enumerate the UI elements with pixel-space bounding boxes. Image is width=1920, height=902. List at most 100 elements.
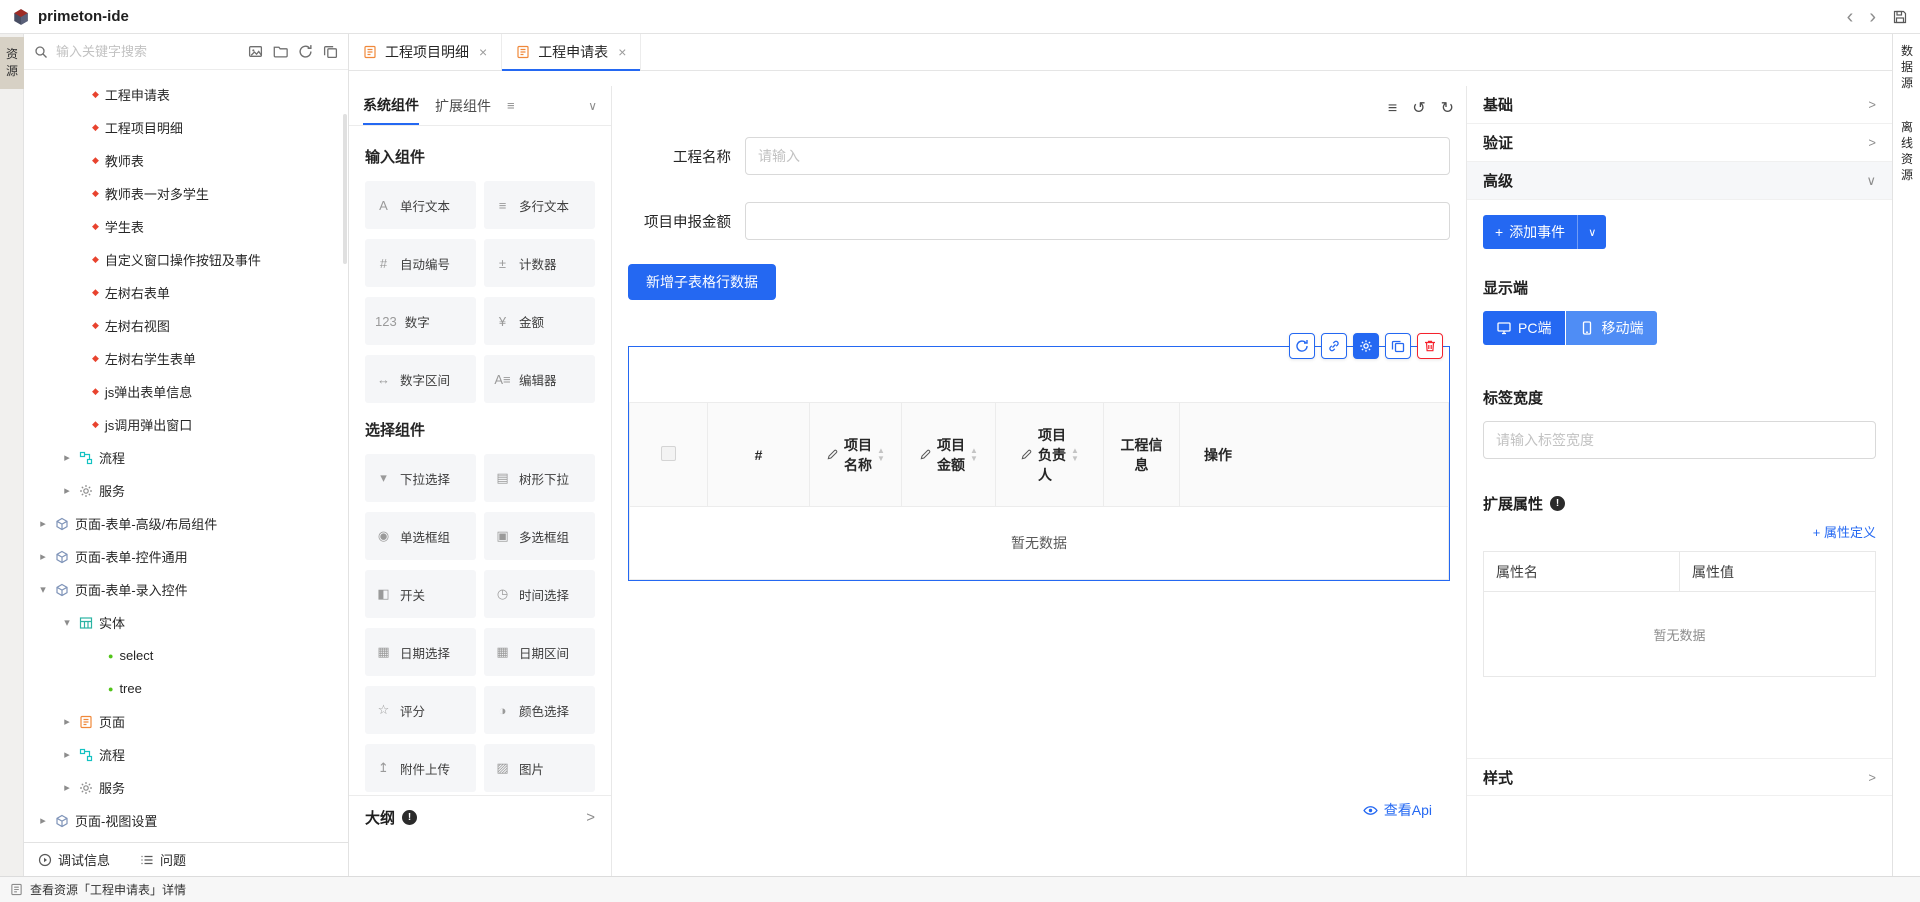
tree-item[interactable]: ◆左树右视图 bbox=[24, 309, 348, 342]
tree-scrollbar[interactable] bbox=[343, 114, 347, 264]
close-icon[interactable]: × bbox=[618, 44, 626, 60]
palette-item-currency[interactable]: ¥金额 bbox=[484, 297, 595, 345]
tree-item[interactable]: ▸页面-视图设置 bbox=[24, 804, 348, 837]
resources-vertical-tab[interactable]: 资源 bbox=[0, 37, 24, 89]
tree-item[interactable]: ▸页面-表单-控件通用 bbox=[24, 540, 348, 573]
caret-down-icon[interactable]: ▾ bbox=[37, 583, 49, 596]
tree-item[interactable]: ◆js调用弹出窗口 bbox=[24, 408, 348, 441]
tab-extension-components[interactable]: 扩展组件 bbox=[435, 86, 491, 125]
add-subtable-row-button[interactable]: 新增子表格行数据 bbox=[628, 264, 776, 300]
palette-item-single-text[interactable]: A单行文本 bbox=[365, 181, 476, 229]
edit-column-icon[interactable] bbox=[919, 448, 932, 461]
caret-right-icon[interactable]: ▸ bbox=[37, 517, 49, 530]
hamburger-icon[interactable]: ≡ bbox=[507, 98, 515, 113]
chevron-down-icon[interactable]: ∨ bbox=[588, 99, 597, 113]
select-all-checkbox[interactable] bbox=[661, 446, 676, 461]
add-event-button[interactable]: +添加事件 ∨ bbox=[1483, 215, 1606, 249]
sort-control[interactable]: ▲▼ bbox=[877, 447, 885, 462]
sync-button[interactable] bbox=[1289, 333, 1315, 359]
editor-tab-project-detail[interactable]: 工程项目明细 × bbox=[349, 34, 502, 70]
tree-item[interactable]: ◆教师表一对多学生 bbox=[24, 177, 348, 210]
refresh-icon[interactable] bbox=[298, 44, 313, 59]
palette-item-checkbox-group[interactable]: ▣多选框组 bbox=[484, 512, 595, 560]
caret-down-icon[interactable]: ▾ bbox=[61, 616, 73, 629]
project-name-input[interactable] bbox=[745, 137, 1450, 175]
palette-item-radio-group[interactable]: ◉单选框组 bbox=[365, 512, 476, 560]
edit-column-icon[interactable] bbox=[826, 448, 839, 461]
problems-tab[interactable]: 问题 bbox=[140, 850, 186, 869]
palette-item-rating[interactable]: ☆评分 bbox=[365, 686, 476, 734]
tree-item[interactable]: ◆左树右学生表单 bbox=[24, 342, 348, 375]
caret-right-icon[interactable]: ▸ bbox=[61, 781, 73, 794]
tree-item[interactable]: ◆学生表 bbox=[24, 210, 348, 243]
tree-item[interactable]: ▸页面-表单-高级/布局组件 bbox=[24, 507, 348, 540]
settings-gear-button[interactable] bbox=[1353, 333, 1379, 359]
subtable-widget-selected[interactable]: # 项目名称 ▲▼ bbox=[628, 346, 1450, 581]
palette-item-upload[interactable]: ↥附件上传 bbox=[365, 744, 476, 792]
collapse-panels-icon[interactable] bbox=[323, 44, 338, 59]
sort-control[interactable]: ▲▼ bbox=[1071, 447, 1079, 462]
save-icon[interactable] bbox=[1892, 9, 1908, 25]
link-button[interactable] bbox=[1321, 333, 1347, 359]
tree-item[interactable]: ◆js弹出表单信息 bbox=[24, 375, 348, 408]
project-amount-input[interactable] bbox=[745, 202, 1450, 240]
tree-item[interactable]: ▸流程 bbox=[24, 441, 348, 474]
undo-icon[interactable]: ↺ bbox=[1412, 101, 1425, 117]
tree-item[interactable]: ▸服务 bbox=[24, 474, 348, 507]
debug-info-tab[interactable]: 调试信息 bbox=[38, 850, 110, 869]
palette-item-multi-text[interactable]: ≡多行文本 bbox=[484, 181, 595, 229]
nav-back-button[interactable]: ‹ bbox=[1847, 7, 1854, 27]
caret-right-icon[interactable]: ▸ bbox=[37, 550, 49, 563]
delete-button[interactable] bbox=[1417, 333, 1443, 359]
section-advanced[interactable]: 高级 ∨ bbox=[1467, 162, 1892, 200]
tree-item[interactable]: ◆工程申请表 bbox=[24, 78, 348, 111]
offline-resources-vertical-tab[interactable]: 离线资源 bbox=[1893, 110, 1920, 192]
caret-right-icon[interactable]: ▸ bbox=[61, 748, 73, 761]
tree-item[interactable]: ◆自定义窗口操作按钮及事件 bbox=[24, 243, 348, 276]
define-property-link[interactable]: + 属性定义 bbox=[1483, 522, 1876, 541]
palette-item-date-picker[interactable]: ▦日期选择 bbox=[365, 628, 476, 676]
sort-control[interactable]: ▲▼ bbox=[970, 447, 978, 462]
image-icon[interactable] bbox=[248, 44, 263, 59]
outline-section[interactable]: 大纲 ! > bbox=[349, 795, 611, 839]
palette-item-counter[interactable]: ±计数器 bbox=[484, 239, 595, 287]
tree-item[interactable]: ◆左树右表单 bbox=[24, 276, 348, 309]
caret-right-icon[interactable]: ▸ bbox=[61, 715, 73, 728]
label-width-input[interactable] bbox=[1483, 421, 1876, 459]
palette-item-auto-number[interactable]: #自动编号 bbox=[365, 239, 476, 287]
copy-button[interactable] bbox=[1385, 333, 1411, 359]
tree-item[interactable]: ●select bbox=[24, 639, 348, 672]
palette-item-time-picker[interactable]: ◷时间选择 bbox=[484, 570, 595, 618]
nav-forward-button[interactable]: › bbox=[1869, 7, 1876, 27]
palette-item-switch[interactable]: ◧开关 bbox=[365, 570, 476, 618]
pc-toggle-button[interactable]: PC端 bbox=[1483, 311, 1565, 345]
tree-item[interactable]: ◆教师表 bbox=[24, 144, 348, 177]
palette-item-number[interactable]: 123数字 bbox=[365, 297, 476, 345]
redo-icon[interactable]: ↻ bbox=[1441, 101, 1454, 117]
palette-item-tree-select[interactable]: ▤树形下拉 bbox=[484, 454, 595, 502]
tree-item[interactable]: ◆工程项目明细 bbox=[24, 111, 348, 144]
tree-item[interactable]: ▾页面-表单-录入控件 bbox=[24, 573, 348, 606]
datasource-vertical-tab[interactable]: 数据源 bbox=[1893, 34, 1920, 100]
section-basic[interactable]: 基础 > bbox=[1467, 86, 1892, 124]
tree-item[interactable]: ●tree bbox=[24, 672, 348, 705]
edit-column-icon[interactable] bbox=[1020, 448, 1033, 461]
close-icon[interactable]: × bbox=[479, 44, 487, 60]
palette-item-color-picker[interactable]: ◑颜色选择 bbox=[484, 686, 595, 734]
tree-item[interactable]: ▸流程 bbox=[24, 738, 348, 771]
palette-item-date-range[interactable]: ▦日期区间 bbox=[484, 628, 595, 676]
caret-right-icon[interactable]: ▸ bbox=[61, 451, 73, 464]
section-validation[interactable]: 验证 > bbox=[1467, 124, 1892, 162]
outline-list-icon[interactable]: ≡ bbox=[1388, 101, 1397, 117]
folder-icon[interactable] bbox=[273, 44, 288, 59]
mobile-toggle-button[interactable]: 移动端 bbox=[1566, 311, 1657, 345]
section-style[interactable]: 样式 > bbox=[1467, 758, 1892, 796]
palette-item-editor[interactable]: A≡编辑器 bbox=[484, 355, 595, 403]
tab-system-components[interactable]: 系统组件 bbox=[363, 86, 419, 125]
view-api-link[interactable]: 查看Api bbox=[1363, 800, 1432, 820]
tree-item[interactable]: ▸页面 bbox=[24, 705, 348, 738]
palette-item-number-range[interactable]: ↔数字区间 bbox=[365, 355, 476, 403]
palette-item-image[interactable]: ▨图片 bbox=[484, 744, 595, 792]
tree-item[interactable]: ▸服务 bbox=[24, 771, 348, 804]
editor-tab-project-request[interactable]: 工程申请表 × bbox=[502, 34, 641, 70]
